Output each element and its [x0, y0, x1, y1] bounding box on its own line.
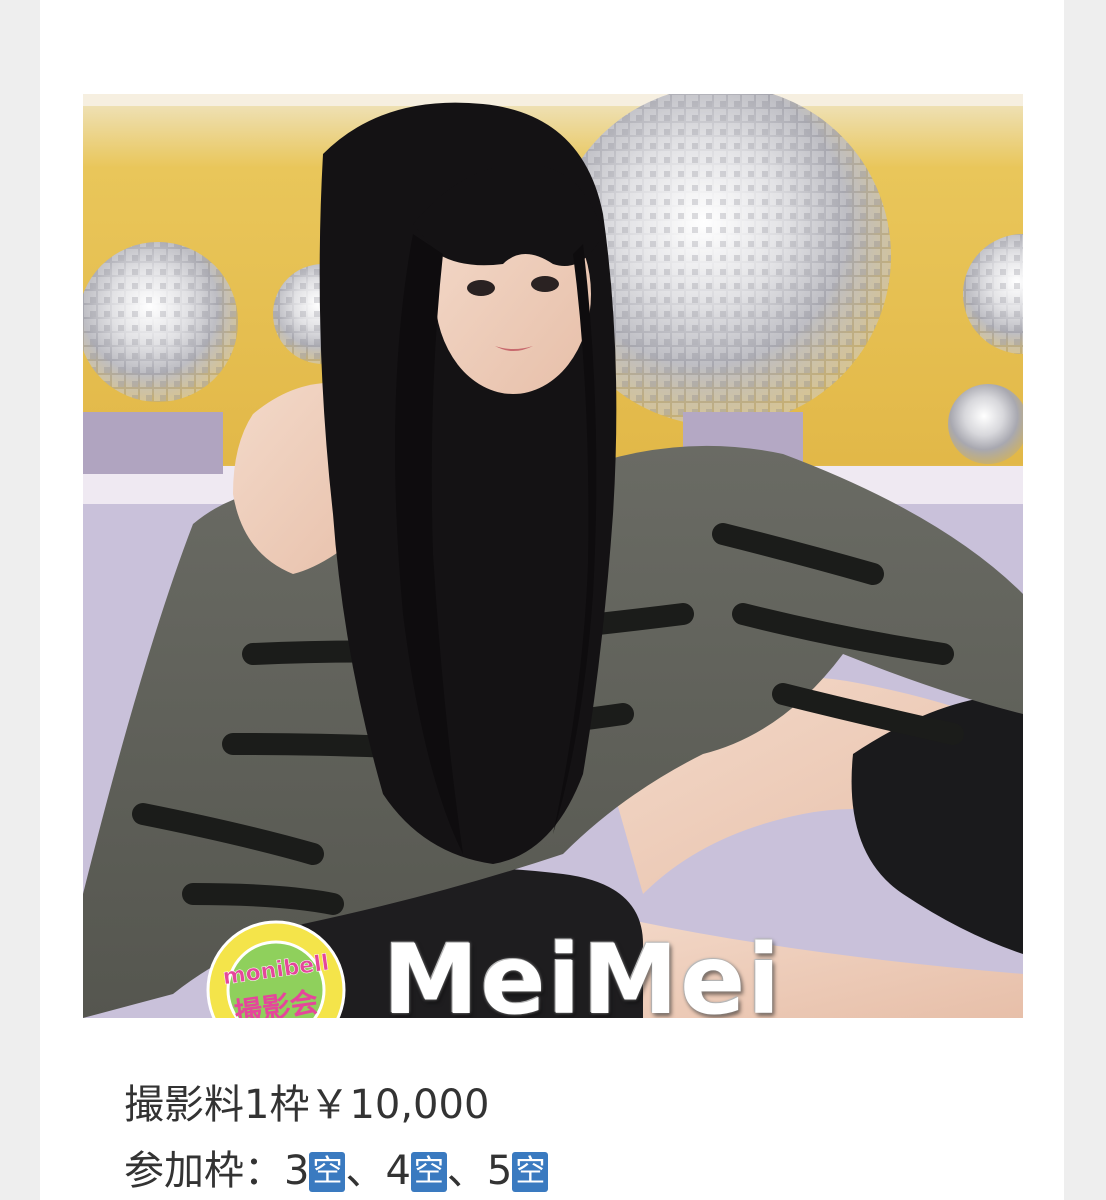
- slot-separator: 、: [345, 1148, 386, 1194]
- shooting-fee: 撮影料1枠￥10,000: [124, 1082, 490, 1128]
- slots-label: 参加枠：: [124, 1148, 284, 1194]
- photo-illustration: [83, 94, 1023, 1018]
- available-slots: 参加枠：3 空、4 空、5 空: [124, 1138, 549, 1196]
- slot-status-badge: 空: [512, 1152, 549, 1192]
- slot-number: 5: [486, 1148, 513, 1194]
- slot-number: 3: [284, 1148, 310, 1194]
- slot-separator: 、: [446, 1148, 487, 1194]
- monibell-logo: monibell 撮影会: [206, 920, 346, 1018]
- model-name-overlay: MeiMei: [383, 924, 783, 1018]
- slot-status-badge: 空: [410, 1152, 447, 1192]
- post-card: monibell 撮影会 MeiMei 撮影料1枠￥10,000 参加枠：3 空、…: [40, 0, 1064, 1200]
- slot-number: 4: [385, 1148, 411, 1194]
- slot-status-badge: 空: [309, 1152, 346, 1192]
- model-photo[interactable]: monibell 撮影会 MeiMei: [83, 94, 1023, 1018]
